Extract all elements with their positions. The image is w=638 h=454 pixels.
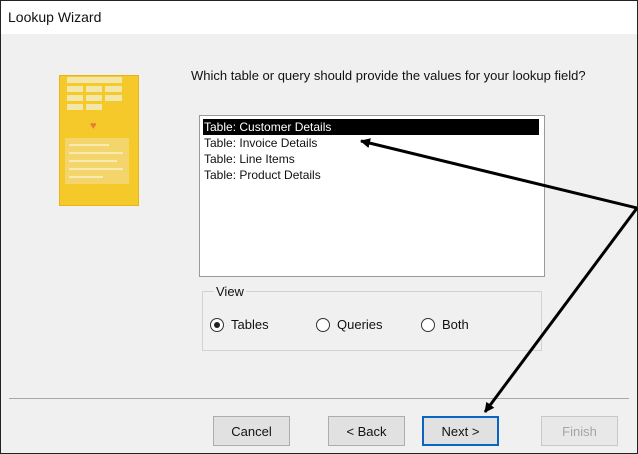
list-item[interactable]: Table: Line Items xyxy=(203,151,295,167)
wizard-prompt: Which table or query should provide the … xyxy=(191,68,586,83)
list-item[interactable]: Table: Invoice Details xyxy=(203,135,317,151)
list-item[interactable]: Table: Product Details xyxy=(203,167,321,183)
table-query-listbox[interactable]: Table: Customer Details Table: Invoice D… xyxy=(199,115,545,277)
form-lines-icon xyxy=(65,138,129,184)
radio-label: Tables xyxy=(231,317,269,332)
radio-selected-icon[interactable] xyxy=(210,318,224,332)
radio-label: Queries xyxy=(337,317,383,332)
finish-button: Finish xyxy=(541,416,618,446)
list-item[interactable]: Table: Customer Details xyxy=(203,119,539,135)
next-button[interactable]: Next > xyxy=(422,416,499,446)
table-grid-icon xyxy=(67,77,122,111)
radio-icon[interactable] xyxy=(316,318,330,332)
heart-icon: ♥ xyxy=(90,120,97,132)
separator xyxy=(9,398,629,399)
cancel-button[interactable]: Cancel xyxy=(213,416,290,446)
wizard-illustration-icon: ♥ xyxy=(59,75,139,206)
window-title: Lookup Wizard xyxy=(8,9,102,25)
view-group-label: View xyxy=(214,284,246,299)
lookup-wizard-dialog: Lookup Wizard ♥ Which table or query sho… xyxy=(0,0,638,454)
radio-icon[interactable] xyxy=(421,318,435,332)
title-bar: Lookup Wizard xyxy=(1,1,637,34)
back-button[interactable]: < Back xyxy=(328,416,405,446)
radio-label: Both xyxy=(442,317,469,332)
